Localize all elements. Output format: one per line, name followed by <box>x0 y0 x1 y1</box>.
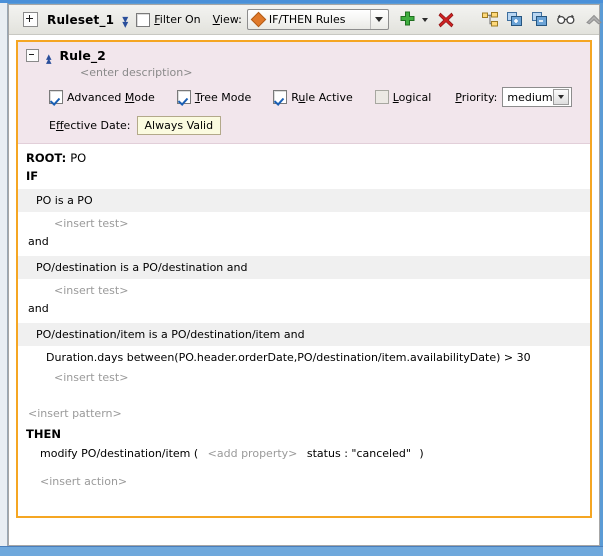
then-label: THEN <box>26 427 61 441</box>
insert-test-link[interactable]: <insert test> <box>18 212 590 233</box>
add-property-link[interactable]: <add property> <box>208 447 298 460</box>
rule-options-row: Advanced Mode Tree Mode Rule Active Logi… <box>18 87 590 107</box>
tree-mode-checkbox[interactable] <box>176 90 191 104</box>
rule-active-label: Rule Active <box>291 90 353 104</box>
window-left-gutter <box>0 3 8 547</box>
view-glasses-icon[interactable] <box>555 9 577 31</box>
view-select-value: IF/THEN Rules <box>268 13 346 26</box>
root-label: ROOT: <box>26 151 67 165</box>
expand-ruleset-icon[interactable] <box>23 12 38 27</box>
rule-header: ▴ ▴ Rule_2 <enter description> Advanced M… <box>18 42 590 144</box>
insert-test-link[interactable]: <insert test> <box>18 279 590 300</box>
rule-active-checkbox[interactable] <box>273 90 288 104</box>
advanced-mode-label: Advanced Mode <box>67 90 155 104</box>
action-row[interactable]: modify PO/destination/item ( <add proper… <box>18 441 590 464</box>
rule-title-row: ▴ ▴ Rule_2 <box>18 48 590 66</box>
option-advanced-mode[interactable]: Advanced Mode <box>49 90 155 104</box>
priority-label: Priority: <box>455 90 498 104</box>
pattern-row[interactable]: PO is a PO <box>18 189 590 212</box>
chevron-down-icon[interactable] <box>552 89 570 105</box>
priority-group: Priority: medium <box>455 87 573 107</box>
rule-name: Rule_2 <box>59 48 106 63</box>
root-value[interactable]: PO <box>70 151 86 165</box>
pattern-expression[interactable]: Duration.days between(PO.header.orderDat… <box>18 346 590 366</box>
priority-value: medium <box>507 90 553 104</box>
filter-on-label: Filter On <box>154 13 201 26</box>
double-chevron-down-icon[interactable]: ▾ ▾ <box>122 13 128 30</box>
root-line: ROOT: PO <box>18 144 590 165</box>
collapse-rule-icon[interactable] <box>26 49 39 62</box>
rule-card: ▴ ▴ Rule_2 <enter description> Advanced M… <box>16 40 592 518</box>
action-assignment[interactable]: status : "canceled" <box>307 447 411 460</box>
orange-diamond-icon <box>250 11 267 28</box>
ruleset-name: Ruleset_1 <box>47 12 115 27</box>
add-dropdown-arrow-icon[interactable] <box>419 10 431 30</box>
tree-mode-label: Tree Mode <box>194 90 252 104</box>
pattern-connector[interactable]: and <box>18 233 590 250</box>
rule-body: ROOT: PO IF PO is a PO <insert test> and… <box>18 144 590 492</box>
add-icon[interactable] <box>397 9 419 31</box>
chevron-down-icon[interactable] <box>369 10 388 29</box>
ruleset-toolbar: Ruleset_1 ▾ ▾ Filter On View: IF/THEN Rul… <box>9 5 602 35</box>
priority-select[interactable]: medium <box>502 87 573 107</box>
filter-on-checkbox[interactable] <box>136 12 151 27</box>
add-to-group-icon[interactable] <box>504 9 526 31</box>
double-chevron-up-icon[interactable]: ▴ ▴ <box>46 51 52 66</box>
insert-test-link[interactable]: <insert test> <box>18 366 590 387</box>
tree-structure-icon[interactable] <box>479 9 501 31</box>
window-top-edge <box>0 0 603 3</box>
pattern-row[interactable]: PO/destination is a PO/destination and <box>18 256 590 279</box>
delete-x-icon[interactable] <box>435 9 457 31</box>
effective-date-value[interactable]: Always Valid <box>136 116 222 135</box>
move-up-chevron-icon[interactable] <box>583 9 603 31</box>
insert-action-link[interactable]: <insert action> <box>18 464 590 492</box>
window-bottom-edge <box>0 546 603 556</box>
advanced-mode-checkbox[interactable] <box>49 90 63 104</box>
option-rule-active[interactable]: Rule Active <box>273 90 353 104</box>
if-label: IF <box>26 169 39 183</box>
effective-date-label: Effective Date: <box>49 119 131 132</box>
action-prefix: modify PO/destination/item ( <box>40 447 199 460</box>
effective-date-row: Effective Date: Always Valid <box>18 116 590 135</box>
logical-label: Logical <box>392 90 432 104</box>
pattern-connector[interactable]: and <box>18 300 590 317</box>
view-label: View: <box>212 13 242 26</box>
insert-pattern-link[interactable]: <insert pattern> <box>18 401 590 424</box>
remove-from-group-icon[interactable] <box>529 9 551 31</box>
view-select[interactable]: IF/THEN Rules <box>246 9 389 30</box>
ruleset-panel: Ruleset_1 ▾ ▾ Filter On View: IF/THEN Rul… <box>8 4 602 546</box>
rule-description[interactable]: <enter description> <box>80 66 590 79</box>
option-tree-mode[interactable]: Tree Mode <box>176 90 252 104</box>
rules-editor-window: Ruleset_1 ▾ ▾ Filter On View: IF/THEN Rul… <box>0 0 603 556</box>
action-suffix: ) <box>419 447 424 460</box>
pattern-row[interactable]: PO/destination/item is a PO/destination/… <box>18 323 590 346</box>
logical-checkbox[interactable] <box>374 90 389 104</box>
option-logical[interactable]: Logical <box>374 90 432 104</box>
